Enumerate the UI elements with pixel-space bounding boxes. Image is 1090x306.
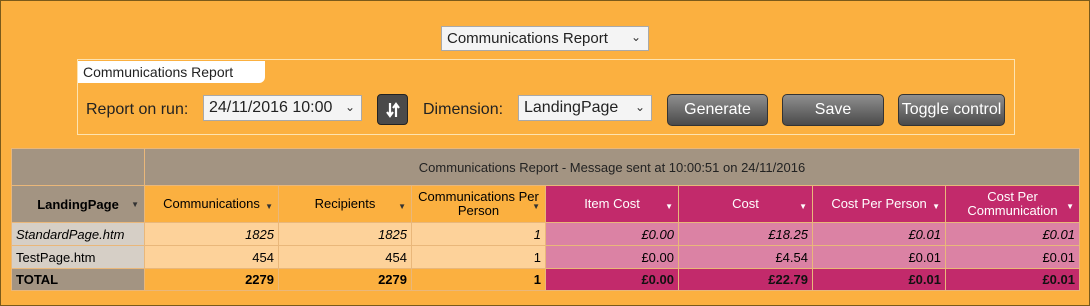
run-label: Report on run: <box>86 101 189 118</box>
table-cell: 1 <box>411 245 546 269</box>
sort-caret-icon: ▼ <box>665 202 673 211</box>
sort-caret-icon: ▼ <box>932 202 940 211</box>
column-header[interactable]: Communications Per Person ▼ <box>411 185 546 223</box>
table-cell: £0.01 <box>812 245 946 269</box>
total-label: TOTAL <box>11 268 145 291</box>
dimension-label: Dimension: <box>423 101 504 118</box>
total-cell: £0.00 <box>545 268 679 291</box>
column-header-label: Item Cost <box>584 196 640 211</box>
column-header[interactable]: Item Cost ▼ <box>545 185 679 223</box>
sort-caret-icon: ▼ <box>1066 202 1074 211</box>
column-header-label: Cost <box>732 196 759 211</box>
total-cell: 1 <box>411 268 546 291</box>
total-cell: £0.01 <box>812 268 946 291</box>
table-corner <box>11 148 145 186</box>
column-header-label: Communications Per Person <box>418 189 539 218</box>
sort-caret-icon: ▼ <box>532 202 540 211</box>
table-cell: 1 <box>411 222 546 246</box>
sort-caret-icon: ▼ <box>265 202 273 211</box>
column-header[interactable]: Recipients ▼ <box>278 185 412 223</box>
chevron-down-icon: ⌄ <box>344 100 355 114</box>
column-header[interactable]: Cost Per Person ▼ <box>812 185 946 223</box>
refresh-button[interactable] <box>377 94 408 125</box>
row-dimension: StandardPage.htm <box>11 222 145 246</box>
sort-caret-icon: ▼ <box>799 202 807 211</box>
panel-legend: Communications Report <box>78 61 265 83</box>
total-cell: 2279 <box>278 268 412 291</box>
total-cell: £22.79 <box>678 268 813 291</box>
run-select[interactable]: 24/11/2016 10:00 ⌄ <box>203 95 362 121</box>
total-cell: 2279 <box>144 268 279 291</box>
table-row: StandardPage.htm 1825 1825 1 £0.00 £18.2… <box>11 222 1080 246</box>
table-cell: £0.01 <box>812 222 946 246</box>
dimension-header-label: LandingPage <box>37 196 119 212</box>
toggle-control-button[interactable]: Toggle control <box>898 94 1005 126</box>
sort-caret-icon: ▼ <box>131 200 139 209</box>
report-type-value: Communications Report <box>447 30 608 47</box>
table-cell: 1825 <box>278 222 412 246</box>
row-dimension: TestPage.htm <box>11 245 145 269</box>
column-header-label: Cost Per Communication <box>967 189 1058 218</box>
column-header[interactable]: Cost Per Communication ▼ <box>945 185 1080 223</box>
column-header-label: Recipients <box>314 196 376 211</box>
save-button[interactable]: Save <box>782 94 884 126</box>
report-table: Communications Report - Message sent at … <box>11 148 1080 291</box>
total-cell: £0.01 <box>945 268 1080 291</box>
generate-button[interactable]: Generate <box>667 94 768 126</box>
table-cell: 454 <box>278 245 412 269</box>
refresh-icon <box>385 101 400 118</box>
table-cell: 454 <box>144 245 279 269</box>
table-cell: £0.01 <box>945 222 1080 246</box>
dimension-select-value: LandingPage <box>524 99 619 116</box>
table-cell: 1825 <box>144 222 279 246</box>
table-title: Communications Report - Message sent at … <box>144 148 1080 186</box>
sort-caret-icon: ▼ <box>398 202 406 211</box>
column-header[interactable]: Communications ▼ <box>144 185 279 223</box>
dimension-select[interactable]: LandingPage ⌄ <box>518 95 652 121</box>
table-cell: £0.00 <box>545 222 679 246</box>
table-row: TestPage.htm 454 454 1 £0.00 £4.54 £0.01… <box>11 245 1080 269</box>
table-cell: £18.25 <box>678 222 813 246</box>
dimension-header[interactable]: LandingPage ▼ <box>11 185 145 223</box>
table-cell: £0.01 <box>945 245 1080 269</box>
column-header-label: Communications <box>163 196 260 211</box>
table-cell: £4.54 <box>678 245 813 269</box>
run-select-value: 24/11/2016 10:00 <box>209 99 333 116</box>
report-type-select[interactable]: Communications Report ⌄ <box>441 26 649 51</box>
column-header[interactable]: Cost ▼ <box>678 185 813 223</box>
chevron-down-icon: ⌄ <box>634 100 645 114</box>
column-header-label: Cost Per Person <box>831 196 927 211</box>
table-cell: £0.00 <box>545 245 679 269</box>
chevron-down-icon: ⌄ <box>630 30 641 44</box>
total-row: TOTAL 2279 2279 1 £0.00 £22.79 £0.01 £0.… <box>11 268 1080 291</box>
